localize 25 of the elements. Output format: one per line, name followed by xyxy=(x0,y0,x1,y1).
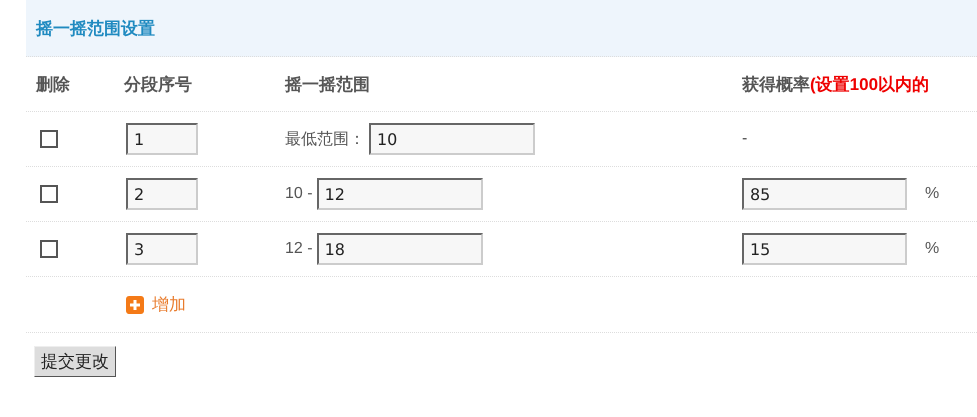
column-header: 分段序号 xyxy=(124,74,193,96)
plus-icon xyxy=(126,296,144,314)
index-field[interactable]: 1 xyxy=(126,123,198,155)
range-start: 12 - xyxy=(285,240,313,258)
column-header: 获得概率 xyxy=(742,74,810,94)
range-field[interactable]: 12 xyxy=(316,178,483,210)
minimum-label: 最低范围： xyxy=(285,130,365,150)
submit-button[interactable]: 提交更改 xyxy=(34,346,116,377)
delete-checkbox[interactable] xyxy=(40,130,58,148)
percent-unit: % xyxy=(925,185,940,203)
index-field[interactable]: 3 xyxy=(126,233,198,265)
column-header: 删除 xyxy=(36,74,71,96)
index-field[interactable]: 2 xyxy=(126,178,198,210)
range-field[interactable]: 10 xyxy=(369,123,535,155)
probability-field[interactable]: 15 xyxy=(742,233,907,265)
delete-checkbox[interactable] xyxy=(40,240,58,258)
range-start: 10 - xyxy=(285,185,313,203)
panel-title: 摇一摇范围设置 xyxy=(36,18,155,40)
range-field[interactable]: 18 xyxy=(316,233,483,265)
probability-text: - xyxy=(742,130,748,148)
column-header: 摇一摇范围 xyxy=(285,74,371,96)
delete-checkbox[interactable] xyxy=(40,185,58,203)
probability-field[interactable]: 85 xyxy=(742,178,907,210)
percent-unit: % xyxy=(925,240,940,258)
column-hint: (设置100以内的 xyxy=(810,74,930,94)
